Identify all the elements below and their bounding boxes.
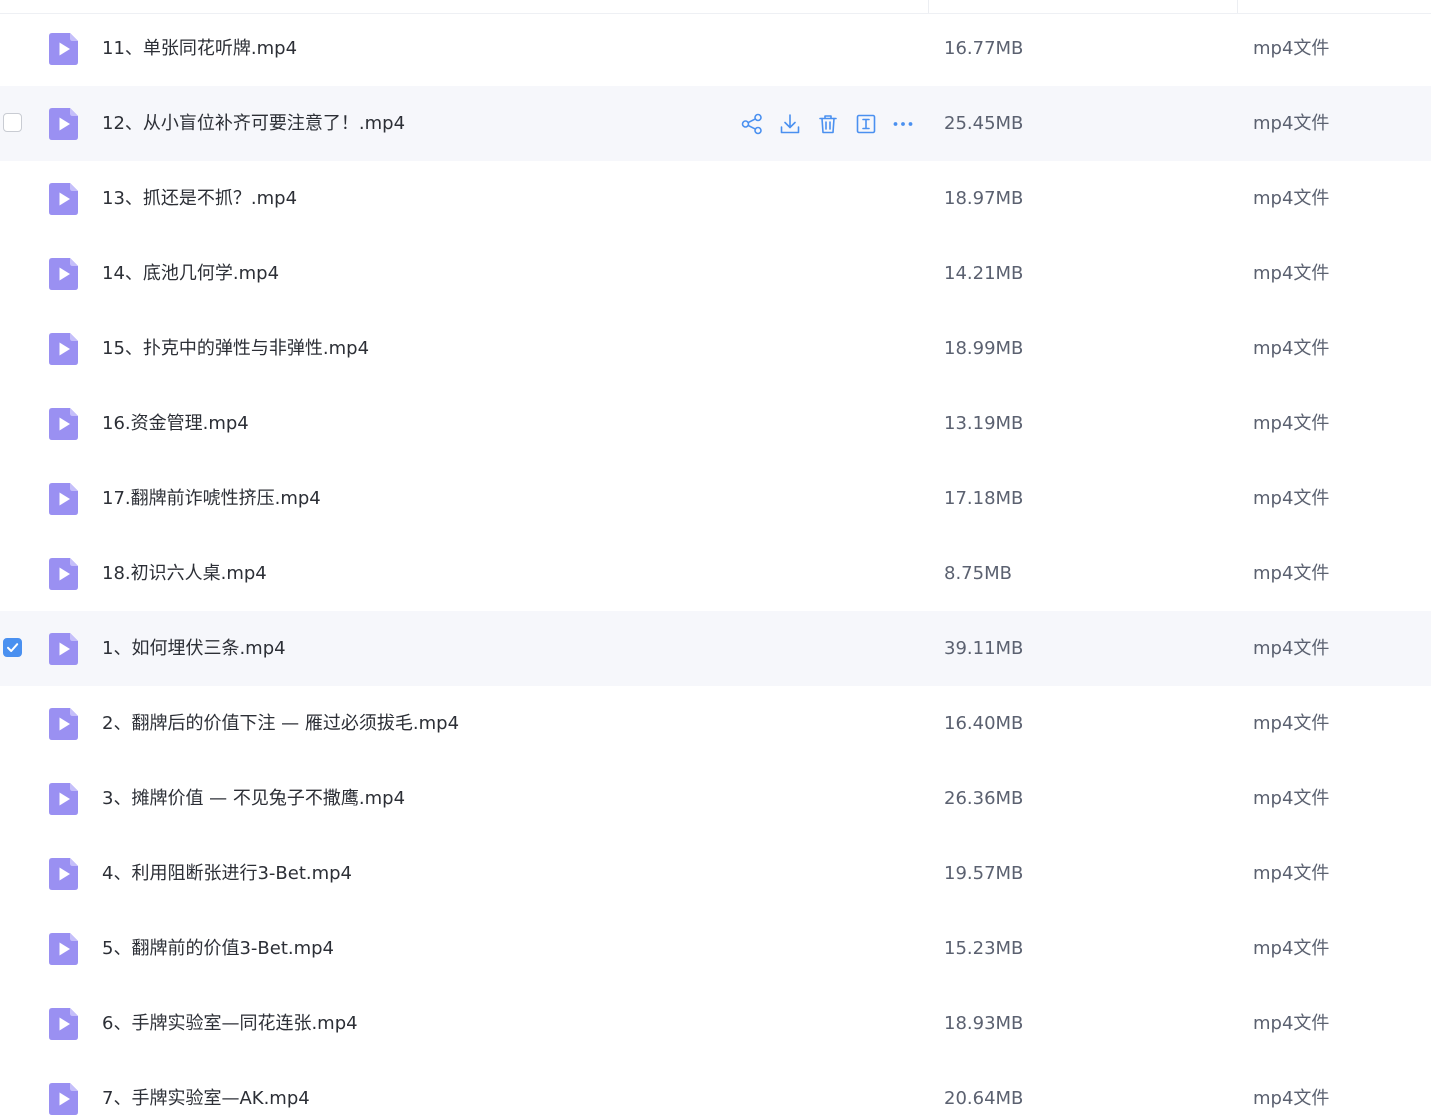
file-row[interactable]: 11、单张同花听牌.mp4 16.77MB mp4文件 <box>0 11 1431 86</box>
file-name[interactable]: 13、抓还是不抓？.mp4 <box>102 161 297 236</box>
file-row[interactable]: 16.资金管理.mp4 13.19MB mp4文件 <box>0 386 1431 461</box>
file-name[interactable]: 4、利用阻断张进行3-Bet.mp4 <box>102 836 352 911</box>
file-size: 13.19MB <box>944 413 1024 434</box>
file-size: 16.40MB <box>944 713 1024 734</box>
file-name[interactable]: 3、摊牌价值 — 不见兔子不撒鹰.mp4 <box>102 761 405 836</box>
file-type: mp4文件 <box>1253 38 1330 59</box>
file-size: 20.64MB <box>944 1088 1024 1109</box>
file-name[interactable]: 2、翻牌后的价值下注 — 雁过必须拔毛.mp4 <box>102 686 459 761</box>
delete-button[interactable] <box>816 112 840 136</box>
file-type: mp4文件 <box>1253 638 1330 659</box>
file-type: mp4文件 <box>1253 338 1330 359</box>
video-file-icon <box>49 933 78 965</box>
file-row[interactable]: 5、翻牌前的价值3-Bet.mp4 15.23MB mp4文件 <box>0 911 1431 986</box>
video-file-icon <box>49 633 78 665</box>
file-size: 19.57MB <box>944 863 1024 884</box>
video-file-icon <box>49 1008 78 1040</box>
file-type: mp4文件 <box>1253 188 1330 209</box>
file-name[interactable]: 15、扑克中的弹性与非弹性.mp4 <box>102 311 369 386</box>
video-file-icon <box>49 708 78 740</box>
share-button[interactable] <box>740 112 764 136</box>
file-name[interactable]: 11、单张同花听牌.mp4 <box>102 11 297 86</box>
more-icon <box>891 121 915 140</box>
file-row[interactable]: 12、从小盲位补齐可要注意了！.mp4 25.45MB mp4文件 <box>0 86 1431 161</box>
file-size: 15.23MB <box>944 938 1024 959</box>
download-icon <box>778 114 802 140</box>
file-size: 26.36MB <box>944 788 1024 809</box>
file-row[interactable]: 4、利用阻断张进行3-Bet.mp4 19.57MB mp4文件 <box>0 836 1431 911</box>
file-type: mp4文件 <box>1253 863 1330 884</box>
share-icon <box>740 113 764 140</box>
row-checkbox[interactable] <box>3 113 22 132</box>
file-size: 18.93MB <box>944 1013 1024 1034</box>
video-file-icon <box>49 258 78 290</box>
file-row[interactable]: 1、如何埋伏三条.mp4 39.11MB mp4文件 <box>0 611 1431 686</box>
file-name[interactable]: 12、从小盲位补齐可要注意了！.mp4 <box>102 86 405 161</box>
file-rows: 11、单张同花听牌.mp4 16.77MB mp4文件 12、从小盲位补齐可要注… <box>0 11 1431 1119</box>
video-file-icon <box>49 1083 78 1115</box>
file-row[interactable]: 17.翻牌前诈唬性挤压.mp4 17.18MB mp4文件 <box>0 461 1431 536</box>
file-name[interactable]: 7、手牌实验室—AK.mp4 <box>102 1061 310 1119</box>
file-row[interactable]: 15、扑克中的弹性与非弹性.mp4 18.99MB mp4文件 <box>0 311 1431 386</box>
file-name[interactable]: 1、如何埋伏三条.mp4 <box>102 611 286 686</box>
video-file-icon <box>49 783 78 815</box>
file-row[interactable]: 3、摊牌价值 — 不见兔子不撒鹰.mp4 26.36MB mp4文件 <box>0 761 1431 836</box>
rename-icon <box>854 114 878 140</box>
file-size: 25.45MB <box>944 113 1024 134</box>
row-checkbox[interactable] <box>3 638 22 657</box>
check-icon <box>7 643 19 652</box>
file-row[interactable]: 6、手牌实验室—同花连张.mp4 18.93MB mp4文件 <box>0 986 1431 1061</box>
file-type: mp4文件 <box>1253 563 1330 584</box>
file-name[interactable]: 14、底池几何学.mp4 <box>102 236 279 311</box>
file-row[interactable]: 2、翻牌后的价值下注 — 雁过必须拔毛.mp4 16.40MB mp4文件 <box>0 686 1431 761</box>
file-name[interactable]: 6、手牌实验室—同花连张.mp4 <box>102 986 358 1061</box>
file-type: mp4文件 <box>1253 113 1330 134</box>
video-file-icon <box>49 858 78 890</box>
file-row[interactable]: 13、抓还是不抓？.mp4 18.97MB mp4文件 <box>0 161 1431 236</box>
video-file-icon <box>49 108 78 140</box>
file-size: 16.77MB <box>944 38 1024 59</box>
file-size: 14.21MB <box>944 263 1024 284</box>
video-file-icon <box>49 408 78 440</box>
file-name[interactable]: 16.资金管理.mp4 <box>102 386 249 461</box>
file-name[interactable]: 18.初识六人桌.mp4 <box>102 536 267 611</box>
file-type: mp4文件 <box>1253 1088 1330 1109</box>
more-button[interactable] <box>891 112 915 136</box>
download-button[interactable] <box>778 112 802 136</box>
file-type: mp4文件 <box>1253 788 1330 809</box>
file-type: mp4文件 <box>1253 413 1330 434</box>
video-file-icon <box>49 33 78 65</box>
file-row[interactable]: 14、底池几何学.mp4 14.21MB mp4文件 <box>0 236 1431 311</box>
file-row[interactable]: 7、手牌实验室—AK.mp4 20.64MB mp4文件 <box>0 1061 1431 1119</box>
video-file-icon <box>49 333 78 365</box>
video-file-icon <box>49 183 78 215</box>
file-size: 18.97MB <box>944 188 1024 209</box>
video-file-icon <box>49 483 78 515</box>
file-type: mp4文件 <box>1253 263 1330 284</box>
file-size: 39.11MB <box>944 638 1024 659</box>
file-type: mp4文件 <box>1253 488 1330 509</box>
file-list: 11、单张同花听牌.mp4 16.77MB mp4文件 12、从小盲位补齐可要注… <box>0 0 1431 1119</box>
rename-button[interactable] <box>854 112 878 136</box>
trash-icon <box>816 115 840 140</box>
file-type: mp4文件 <box>1253 1013 1330 1034</box>
file-type: mp4文件 <box>1253 713 1330 734</box>
file-size: 8.75MB <box>944 563 1012 584</box>
file-name[interactable]: 5、翻牌前的价值3-Bet.mp4 <box>102 911 334 986</box>
file-type: mp4文件 <box>1253 938 1330 959</box>
file-name[interactable]: 17.翻牌前诈唬性挤压.mp4 <box>102 461 321 536</box>
video-file-icon <box>49 558 78 590</box>
file-row[interactable]: 18.初识六人桌.mp4 8.75MB mp4文件 <box>0 536 1431 611</box>
file-size: 17.18MB <box>944 488 1024 509</box>
file-size: 18.99MB <box>944 338 1024 359</box>
